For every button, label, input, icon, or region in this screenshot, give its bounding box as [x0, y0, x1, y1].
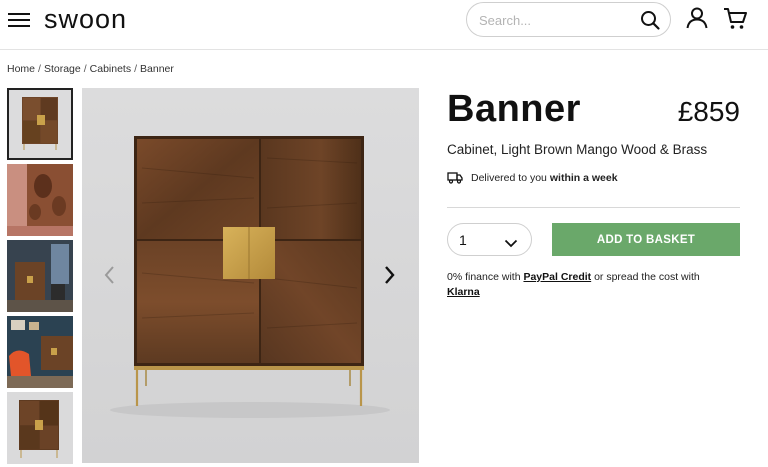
breadcrumb-cabinets[interactable]: Cabinets	[90, 63, 131, 75]
chevron-down-icon	[504, 235, 518, 253]
thumbnail-4[interactable]	[7, 316, 73, 388]
add-to-basket-button[interactable]: ADD TO BASKET	[552, 223, 740, 256]
product-main-image	[82, 88, 419, 463]
product-subtitle: Cabinet, Light Brown Mango Wood & Brass	[447, 142, 708, 157]
breadcrumb-separator: /	[134, 63, 138, 75]
thumbnail-1[interactable]	[7, 88, 73, 160]
divider	[447, 207, 740, 208]
delivery-info: Delivered to you within a week	[447, 171, 618, 184]
product-price: £859	[677, 96, 740, 127]
thumbnail-5[interactable]	[7, 392, 73, 464]
chevron-right-icon[interactable]	[379, 263, 399, 287]
breadcrumb-current: Banner	[140, 63, 174, 75]
search-box	[466, 2, 671, 37]
product-title: Banner	[447, 88, 581, 130]
cabinet-illustration	[110, 136, 390, 418]
quantity-select[interactable]: 1	[447, 223, 532, 256]
finance-middle: or spread the cost with	[594, 271, 700, 283]
breadcrumb-separator: /	[38, 63, 41, 75]
search-icon[interactable]	[639, 9, 661, 31]
quantity-value: 1	[459, 232, 467, 248]
breadcrumb: Home / Storage / Cabinets / Banner	[7, 63, 174, 75]
site-header: swoon	[0, 0, 768, 50]
breadcrumb-storage[interactable]: Storage	[44, 63, 81, 75]
finance-prefix: 0% finance with	[447, 271, 521, 283]
thumbnail-3[interactable]	[7, 240, 73, 312]
delivery-time: within a week	[549, 171, 618, 184]
paypal-credit-link[interactable]: PayPal Credit	[523, 271, 591, 283]
breadcrumb-separator: /	[83, 63, 87, 75]
klarna-link[interactable]: Klarna	[447, 286, 480, 298]
truck-icon	[447, 172, 463, 184]
finance-info: 0% finance with PayPal Credit or spread …	[447, 270, 747, 300]
thumbnail-2[interactable]	[7, 164, 73, 236]
account-icon[interactable]	[684, 5, 710, 31]
search-input[interactable]	[479, 11, 629, 29]
basket-icon[interactable]	[722, 5, 748, 31]
menu-icon[interactable]	[8, 10, 32, 30]
delivery-text: Delivered to you	[471, 171, 547, 184]
site-logo[interactable]: swoon	[44, 4, 127, 35]
breadcrumb-home[interactable]: Home	[7, 63, 35, 75]
thumbnail-gallery	[7, 88, 74, 467]
chevron-left-icon[interactable]	[100, 263, 120, 287]
